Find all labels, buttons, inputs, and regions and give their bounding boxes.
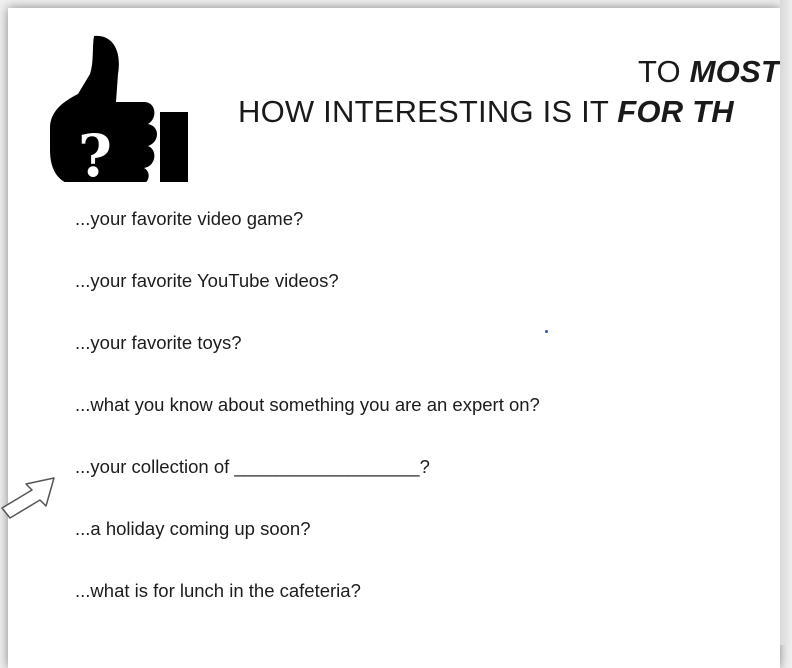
title-line-1: TO MOST	[638, 54, 780, 90]
document-page: ? TO MOST HOW INTERESTING IS IT FOR TH .…	[8, 8, 780, 668]
list-item: ...your favorite video game?	[75, 208, 304, 229]
list-item: ...your favorite toys?	[75, 332, 242, 353]
title-line-1-text: TO	[637, 54, 690, 89]
svg-text:?: ?	[78, 122, 112, 182]
title-line-1-emphasis: MOST	[689, 54, 780, 89]
title-line-2-text: HOW INTERESTING IS IT	[238, 94, 618, 129]
title-line-2: HOW INTERESTING IS IT FOR TH	[238, 94, 734, 130]
list-item: ...what you know about something you are…	[75, 394, 540, 415]
topic-list: ...your favorite video game? ...your fav…	[75, 208, 540, 642]
list-item: ...what is for lunch in the cafeteria?	[75, 580, 361, 601]
stray-dot	[545, 330, 548, 333]
pointer-arrow-icon	[1, 477, 55, 519]
list-item: ...your favorite YouTube videos?	[75, 270, 339, 291]
list-item: ...a holiday coming up soon?	[75, 518, 311, 539]
thumbs-up-question-icon: ?	[50, 35, 188, 182]
list-item: ...your collection of __________________…	[75, 456, 430, 477]
title-line-2-emphasis: FOR TH	[617, 94, 734, 129]
page-edge-shadow	[780, 0, 792, 645]
